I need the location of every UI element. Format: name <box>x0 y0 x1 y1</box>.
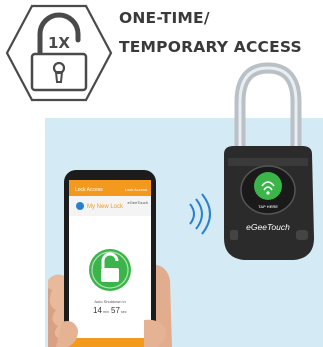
lock-name: My New Lock <box>87 204 124 210</box>
app-header-title: Lock Access <box>75 187 103 193</box>
countdown-minutes-unit: min <box>103 310 109 314</box>
tap-here-label: TAP HERE <box>258 204 278 209</box>
countdown-minutes: 14 <box>93 306 102 315</box>
lock-brand: eGeeTouch <box>246 222 290 232</box>
headline-line-2: TEMPORARY ACCESS <box>119 38 302 56</box>
one-time-badge: 1X <box>48 34 70 52</box>
headline-line-1: ONE-TIME/ <box>119 9 210 27</box>
promo-card: 1X ONE-TIME/ TEMPORARY ACCESS Lock Acces… <box>0 0 323 347</box>
phone-in-hand: Lock Access Lock Access My New Lock eGee… <box>48 170 178 347</box>
countdown-seconds-unit: sec <box>121 310 127 314</box>
smart-padlock-photo: TAP HERE eGeeTouch <box>210 62 320 272</box>
one-time-padlock-icon: 1X <box>5 4 113 102</box>
auto-shutdown-label: Auto Shutdown in <box>94 299 125 304</box>
app-brand: eGeeTouch <box>128 200 148 205</box>
app-header-action: Lock Access <box>125 187 147 192</box>
countdown-seconds: 57 <box>111 306 120 315</box>
